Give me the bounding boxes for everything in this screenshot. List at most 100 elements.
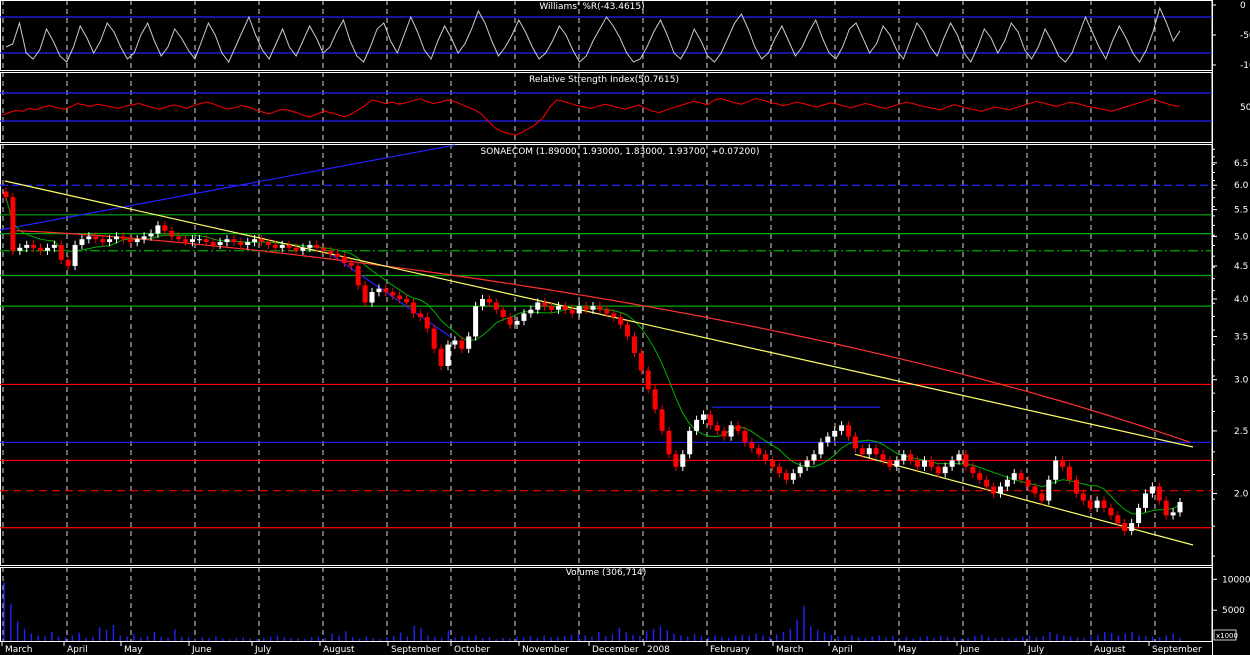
month-label: 2008 xyxy=(647,645,670,655)
candle-body xyxy=(846,425,852,437)
candle-body xyxy=(1142,493,1148,508)
candle-body xyxy=(1136,507,1142,524)
candle-body xyxy=(1067,466,1073,480)
candle-body xyxy=(783,473,789,480)
candle-body xyxy=(611,313,617,318)
candle-body xyxy=(100,239,106,243)
candle-body xyxy=(113,236,119,240)
candle-body xyxy=(286,244,292,248)
candle-body xyxy=(742,430,748,443)
candle-body xyxy=(1018,473,1024,480)
candle-body xyxy=(438,348,444,367)
candle-body xyxy=(252,239,258,243)
candle-body xyxy=(265,242,271,245)
candle-body xyxy=(811,454,817,461)
candle-body xyxy=(776,466,782,474)
candle-body xyxy=(694,419,700,431)
month-label: July xyxy=(254,645,272,655)
candle-body xyxy=(618,317,624,325)
candle-body xyxy=(51,244,57,248)
candle-body xyxy=(535,302,541,310)
candle-body xyxy=(210,242,216,245)
candle-body xyxy=(583,306,589,310)
candle-body xyxy=(272,244,278,248)
price-tick-label: 4.5 xyxy=(1234,262,1248,272)
candle-body xyxy=(507,317,513,325)
price-tick-label: 3.5 xyxy=(1234,332,1248,342)
price-tick-label: 5.0 xyxy=(1234,232,1249,242)
candle-body xyxy=(873,448,879,455)
candle-body xyxy=(452,340,458,345)
candle-body xyxy=(528,309,534,314)
candle-body xyxy=(797,466,803,474)
candle-body xyxy=(196,239,202,241)
candle-body xyxy=(231,239,237,243)
month-label: August xyxy=(323,645,355,655)
candle-body xyxy=(542,302,548,307)
month-label: June xyxy=(191,645,212,655)
candle-body xyxy=(963,454,969,467)
candle-body xyxy=(362,285,368,303)
candle-body xyxy=(141,236,147,240)
candle-body xyxy=(652,389,658,410)
candle-body xyxy=(417,313,423,318)
candle-body xyxy=(638,352,644,371)
candle-body xyxy=(604,309,610,314)
candle-body xyxy=(79,239,85,245)
candle-body xyxy=(631,336,637,353)
candle-body xyxy=(31,244,37,248)
month-label: September xyxy=(1152,645,1202,655)
candle-body xyxy=(38,247,44,251)
candle-body xyxy=(348,262,354,266)
candle-body xyxy=(700,414,706,420)
month-label: July xyxy=(1027,645,1045,655)
candle-body xyxy=(928,460,934,467)
volume-tick-label: 5000 xyxy=(1222,606,1245,616)
candle-body xyxy=(991,486,997,494)
candle-body xyxy=(459,340,465,349)
candle-body xyxy=(1149,486,1155,494)
candle-body xyxy=(1122,523,1128,531)
candle-body xyxy=(673,454,679,467)
candle-body xyxy=(908,454,914,461)
candle-body xyxy=(763,454,769,461)
candle-body xyxy=(424,317,430,329)
williams-tick-label: -50 xyxy=(1240,31,1250,41)
candle-body xyxy=(825,436,831,443)
candle-body xyxy=(1177,502,1183,513)
candle-body xyxy=(680,454,686,467)
month-label: November xyxy=(522,645,569,655)
candle-body xyxy=(355,265,361,286)
month-label: June xyxy=(959,645,980,655)
candle-body xyxy=(866,448,872,455)
candle-body xyxy=(300,247,306,251)
candle-body xyxy=(189,239,195,243)
candle-body xyxy=(818,442,824,455)
williams-tick-label: -100 xyxy=(1240,61,1250,71)
month-label: March xyxy=(5,645,32,655)
candle-body xyxy=(134,239,140,243)
candle-body xyxy=(901,454,907,461)
candle-body xyxy=(1039,493,1045,501)
candle-body xyxy=(935,466,941,474)
candle-body xyxy=(852,436,858,449)
candle-body xyxy=(466,336,472,349)
candle-body xyxy=(915,460,921,467)
volume-multiplier-label: x1000 xyxy=(1216,632,1238,640)
candle-body xyxy=(410,302,416,314)
candle-body xyxy=(887,460,893,467)
candle-body xyxy=(894,460,900,467)
candle-body xyxy=(687,430,693,455)
candle-body xyxy=(1025,479,1031,487)
candle-body xyxy=(162,225,168,231)
candle-body xyxy=(666,430,672,455)
month-label: March xyxy=(776,645,803,655)
stock-chart: 0 -50 -100 50 6.5 6.0 5.5 5.0 4.5 4.0 3.5 3.0 2.5 2.0… xyxy=(0,0,1250,655)
candle-body xyxy=(942,466,948,474)
candle-body xyxy=(486,299,492,303)
month-label: April xyxy=(67,645,88,655)
candle-body xyxy=(169,230,175,237)
candle-body xyxy=(1060,460,1066,467)
candle-body xyxy=(24,244,30,248)
candle-body xyxy=(3,191,9,198)
